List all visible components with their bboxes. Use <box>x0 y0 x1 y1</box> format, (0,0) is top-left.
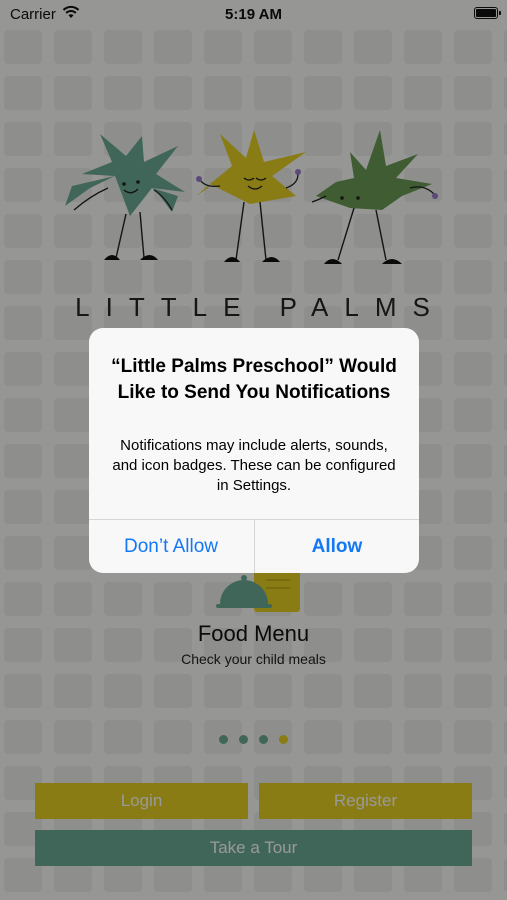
notification-permission-alert: “Little Palms Preschool” Would Like to S… <box>89 328 419 573</box>
allow-button[interactable]: Allow <box>255 520 419 573</box>
alert-message: Notifications may include alerts, sounds… <box>112 437 396 494</box>
alert-title: “Little Palms Preschool” Would Like to S… <box>111 356 397 403</box>
dont-allow-button[interactable]: Don’t Allow <box>89 520 253 573</box>
app-screen: Carrier 5:19 AM LITTLE PALMS Food Menu C… <box>0 0 507 900</box>
